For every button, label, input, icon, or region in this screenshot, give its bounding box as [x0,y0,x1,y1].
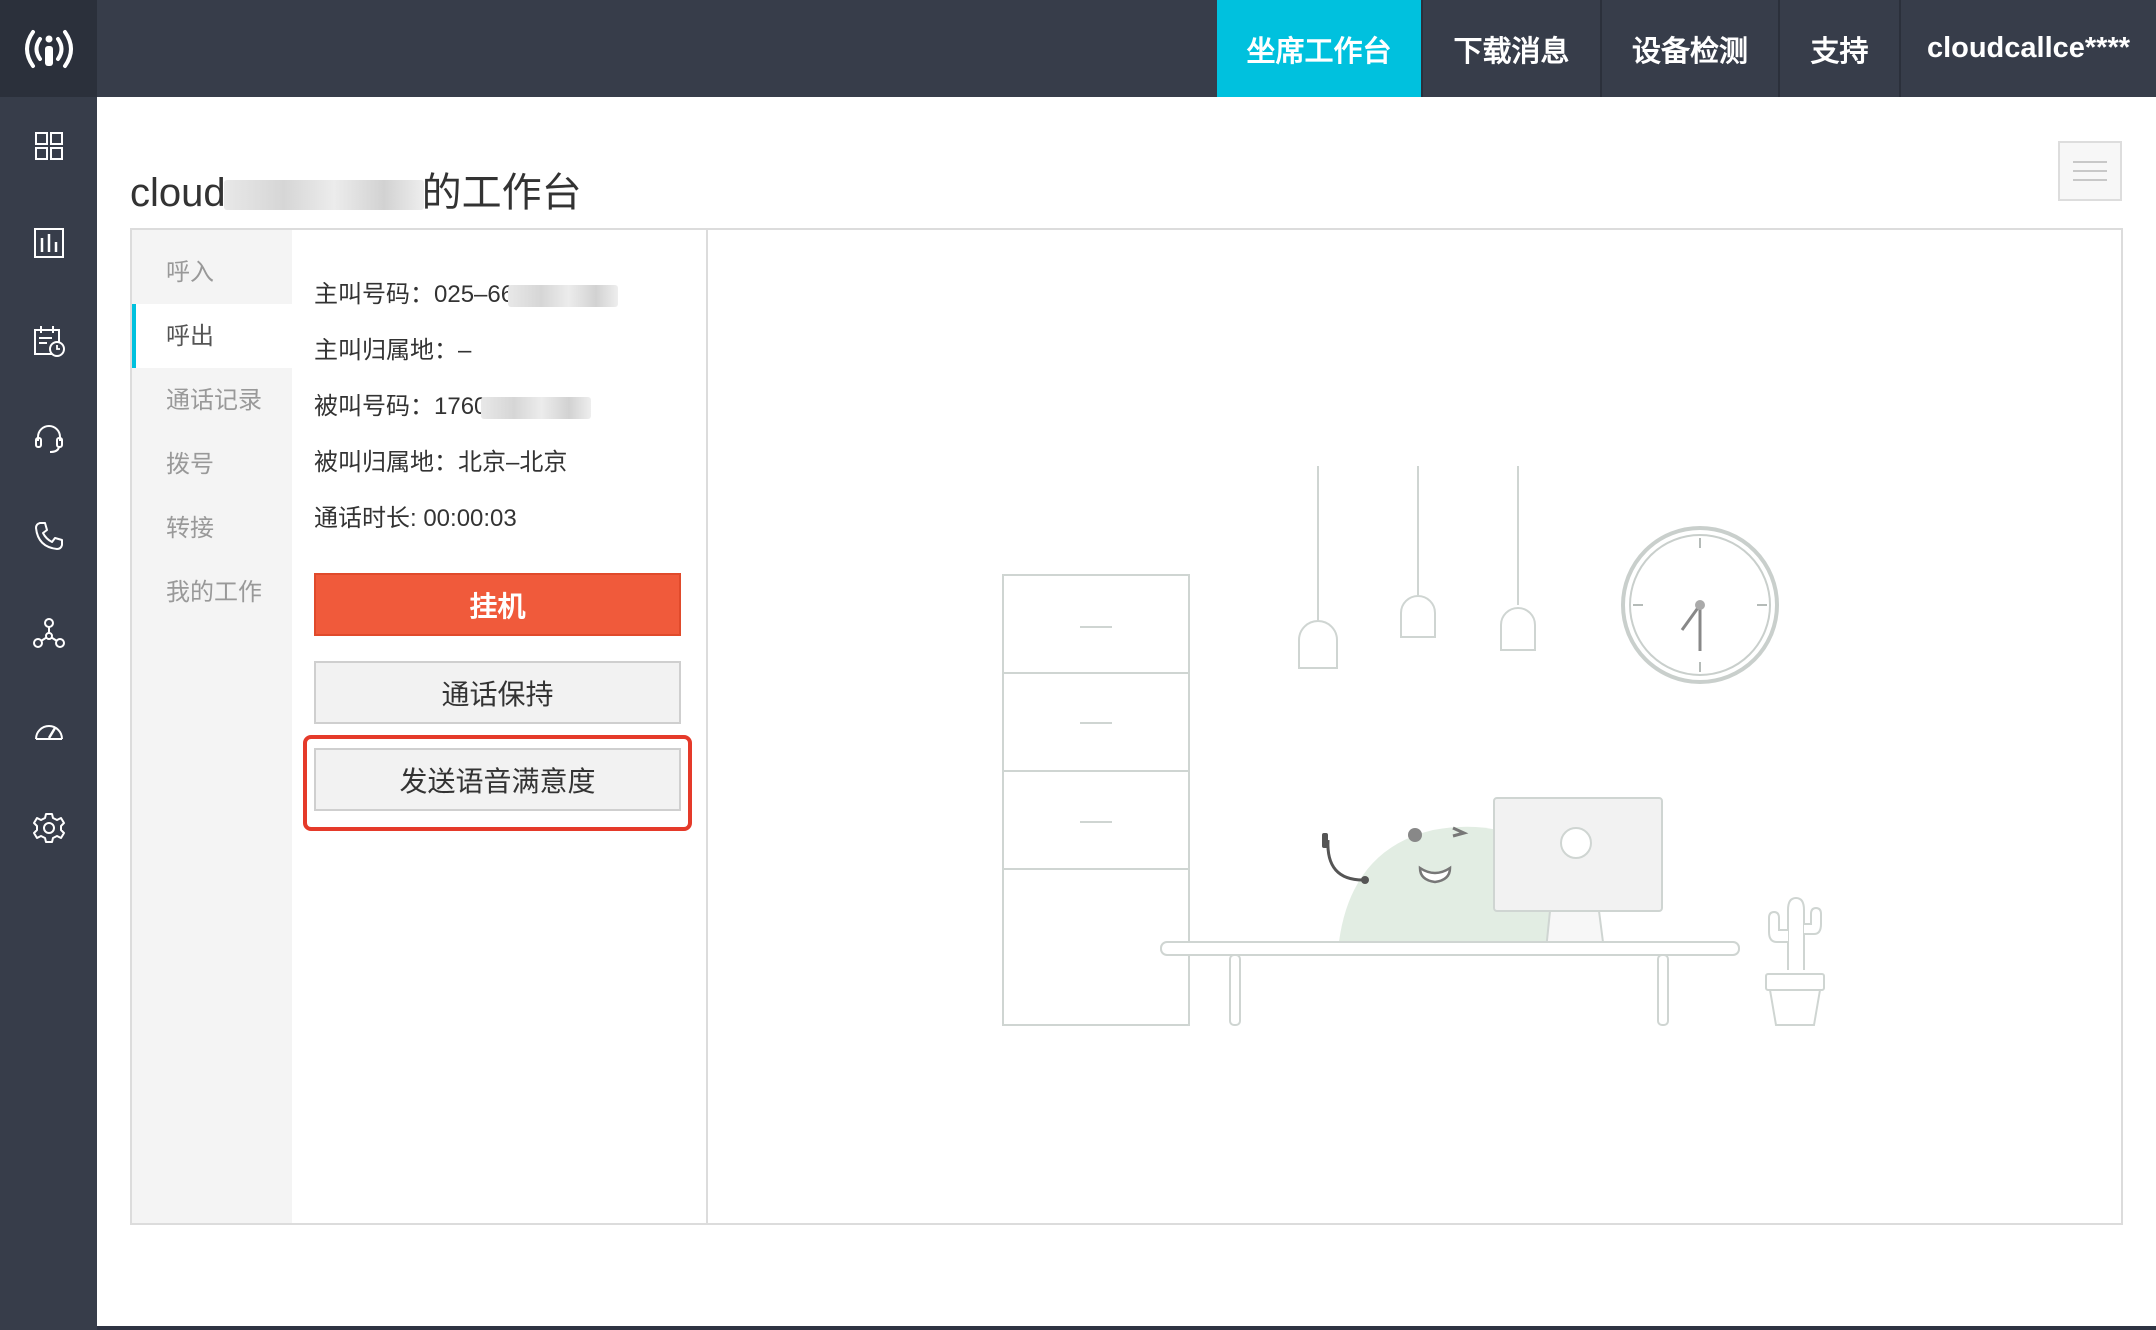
speedometer-icon[interactable] [0,682,97,779]
phone-icon[interactable] [0,487,97,584]
cabinet [1002,574,1190,1026]
subnav-item-outbound[interactable]: 呼出 [132,304,292,368]
page-title: cloud 的工作台 [130,160,582,218]
tab-agent-workbench[interactable]: 坐席工作台 [1217,0,1421,97]
wall-clock [1621,526,1779,684]
tab-device-check[interactable]: 设备检测 [1600,0,1778,97]
tab-download-messages[interactable]: 下载消息 [1421,0,1600,97]
app-window: 坐席工作台 下载消息 设备检测 支持 cloudcallce**** cloud… [0,0,2156,1330]
top-nav: 坐席工作台 下载消息 设备检测 支持 cloudcallce**** [1217,0,2156,97]
headset-glyph [34,424,63,453]
callee-number-text: 被叫号码：1760 [314,393,488,420]
network-icon[interactable] [0,584,97,681]
broadcast-icon [24,29,73,68]
call-subnav: 呼入 呼出 通话记录 拨号 转接 我的工作 [132,230,292,1223]
grid-icon[interactable] [0,97,97,194]
callee-number: 被叫号码：1760 [314,386,592,421]
redacted-text [508,284,619,307]
subnav-item-call-records[interactable]: 通话记录 [132,368,292,432]
subnav-item-transfer[interactable]: 转接 [132,496,292,560]
gear-glyph [32,812,65,843]
user-account-menu[interactable]: cloudcallce**** [1899,0,2156,97]
send-satisfaction-survey-button[interactable]: 发送语音满意度 [314,748,681,811]
bar-chart-icon[interactable] [0,194,97,291]
speedometer-glyph [34,724,63,740]
caller-number-text: 主叫号码：025–66 [314,281,515,308]
menu-line [2073,170,2107,172]
desk [1160,941,1740,1026]
sidebar-rail [0,0,97,1330]
menu-line [2073,161,2107,163]
calendar-clock-icon[interactable] [0,292,97,389]
callee-location: 被叫归属地：北京–北京 [314,449,568,476]
subnav-item-my-work[interactable]: 我的工作 [132,560,292,624]
caller-number: 主叫号码：025–66 [314,274,619,309]
network-glyph [32,617,65,648]
office-scene-illustration [1002,466,1825,1026]
phone-glyph [34,521,63,550]
idle-illustration [708,230,2121,1223]
page-title-prefix: cloud [130,171,226,215]
logo-icon[interactable] [0,0,97,97]
hanging-lamps [1298,466,1536,669]
calendar-clock-glyph [33,325,65,357]
subnav-item-inbound[interactable]: 呼入 [132,240,292,304]
gear-icon[interactable] [0,779,97,876]
workbench-panel: 呼入 呼出 通话记录 拨号 转接 我的工作 主叫号码：025–66 主叫归属地：… [130,228,2123,1225]
cactus-plant [1765,896,1825,1026]
tab-support[interactable]: 支持 [1778,0,1899,97]
subnav-item-dial[interactable]: 拨号 [132,432,292,496]
hangup-button[interactable]: 挂机 [314,573,681,636]
bar-chart-glyph [33,227,64,258]
redacted-text [481,396,592,419]
redacted-text [223,180,424,211]
main-content: cloud 的工作台 呼入 呼出 通话记录 拨号 转接 我的工作 主叫号码：025… [97,97,2156,1326]
hamburger-menu-button[interactable] [2058,141,2122,201]
call-info-panel: 主叫号码：025–66 主叫归属地：– 被叫号码：1760 被叫归属地：北京–北… [292,230,708,1223]
caller-location: 主叫归属地：– [314,337,472,364]
headset-icon[interactable] [0,389,97,486]
hold-call-button[interactable]: 通话保持 [314,661,681,724]
top-bar: 坐席工作台 下载消息 设备检测 支持 cloudcallce**** [97,0,2156,97]
menu-line [2073,179,2107,181]
call-duration: 通话时长: 00:00:03 [314,505,517,532]
grid-glyph [34,131,63,160]
page-title-suffix: 的工作台 [421,171,582,215]
